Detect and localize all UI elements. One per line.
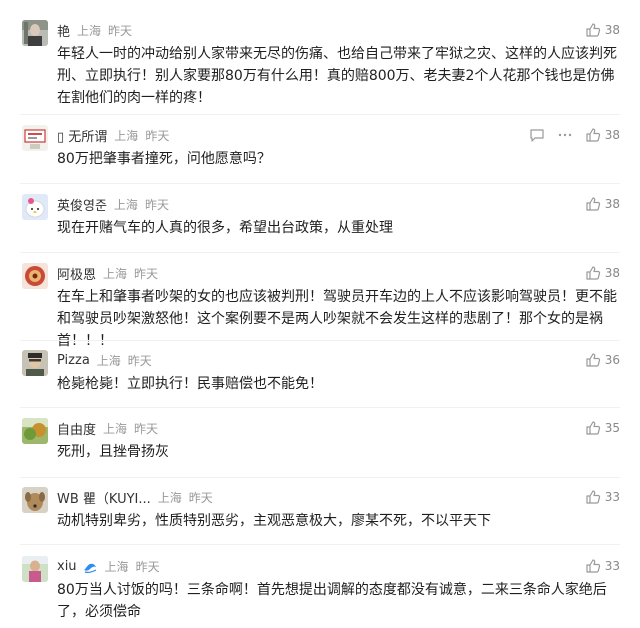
like-button[interactable]: 38 — [585, 196, 620, 212]
location: 上海 — [77, 23, 102, 38]
thumbs-up-icon — [585, 558, 601, 574]
username[interactable]: 艳 — [57, 21, 70, 40]
timestamp: 昨天 — [127, 353, 152, 368]
comment-actions: 33 — [573, 487, 620, 507]
thumbs-up-icon — [585, 127, 601, 143]
thumbs-up-icon — [585, 22, 601, 38]
location: 上海 — [103, 421, 128, 436]
comment-meta: xiu 上海 昨天 — [57, 556, 160, 576]
comment-item: xiu 上海 昨天 33 80万当人讨饭的吗！三条命啊！首先想提出调解的态度都没… — [0, 556, 640, 628]
comment-meta: 英俊영준 上海 昨天 — [57, 194, 169, 214]
comment-text: 在车上和肇事者吵架的女的也应该被判刑！驾驶员开车边的上人不应该影响驾驶员！更不能… — [57, 289, 617, 349]
comment-actions: 38 — [517, 125, 620, 145]
avatar-landscape-icon[interactable] — [22, 418, 48, 444]
location: 上海 — [113, 197, 138, 212]
like-button[interactable]: 38 — [585, 265, 620, 281]
timestamp: 昨天 — [144, 197, 169, 212]
like-button[interactable]: 33 — [585, 489, 620, 505]
like-count: 38 — [604, 197, 620, 211]
like-count: 38 — [604, 266, 620, 280]
timestamp: 昨天 — [135, 559, 160, 574]
comment-item: 英俊영준 上海 昨天 38 现在开赌气车的人真的很多，希望出台政策，从重处理 — [0, 194, 640, 253]
comment-meta: ▯ 无所谓 上海 昨天 — [57, 125, 169, 145]
thumbs-up-icon — [585, 265, 601, 281]
comment-item: ▯ 无所谓 上海 昨天 38 80万把肇事者撞死，问他愿意吗？ — [0, 125, 640, 184]
comment-text: 死刑，且挫骨扬灰 — [57, 444, 169, 460]
location: 上海 — [114, 128, 139, 143]
comment-text: 现在开赌气车的人真的很多，希望出台政策，从重处理 — [57, 220, 393, 236]
divider — [20, 114, 620, 115]
comment-actions: 38 — [573, 194, 620, 214]
more-icon[interactable] — [557, 127, 573, 143]
username[interactable]: ▯ 无所谓 — [57, 126, 107, 145]
divider — [20, 544, 620, 545]
comment-list: 艳 上海 昨天 38 年轻人一时的冲动给别人家带来无尽的伤痛、也给自己带来了牢狱… — [0, 0, 640, 628]
comment-actions: 36 — [573, 350, 620, 370]
location: 上海 — [103, 266, 128, 281]
comment-actions: 33 — [573, 556, 620, 576]
username[interactable]: Pizza — [57, 353, 90, 368]
divider — [20, 407, 620, 408]
username[interactable]: WB 瞿（KUYI... — [57, 488, 151, 507]
comment-actions: 38 — [561, 20, 620, 40]
avatar-person-icon[interactable] — [22, 350, 48, 376]
comment-actions: 35 — [573, 418, 620, 438]
timestamp: 昨天 — [134, 266, 159, 281]
username[interactable]: 自由度 — [57, 419, 96, 438]
wave-badge-icon — [82, 559, 98, 573]
divider — [20, 252, 620, 253]
avatar-sign-icon[interactable] — [22, 125, 48, 151]
comment-meta: 艳 上海 昨天 — [57, 20, 132, 40]
comment-item: 阿极恩 上海 昨天 38 在车上和肇事者吵架的女的也应该被判刑！驾驶员开车边的上… — [0, 263, 640, 349]
location: 上海 — [96, 353, 121, 368]
comment-text: 动机特别卑劣，性质特别恶劣，主观恶意极大，廖某不死，不以平天下 — [57, 513, 491, 529]
comment-meta: 自由度 上海 昨天 — [57, 418, 158, 438]
like-count: 35 — [604, 421, 620, 435]
comment-text: 枪毙枪毙！立即执行！民事赔偿也不能免！ — [57, 376, 323, 392]
like-count: 33 — [604, 490, 620, 504]
like-button[interactable]: 38 — [573, 22, 620, 38]
thumbs-up-icon — [585, 196, 601, 212]
timestamp: 昨天 — [108, 23, 133, 38]
like-button[interactable]: 36 — [585, 352, 620, 368]
avatar-cartoon-icon[interactable] — [22, 194, 48, 220]
avatar-ornament-icon[interactable] — [22, 263, 48, 289]
divider — [20, 477, 620, 478]
like-button[interactable]: 38 — [585, 127, 620, 143]
like-count: 38 — [604, 23, 620, 37]
comment-text: 年轻人一时的冲动给别人家带来无尽的伤痛、也给自己带来了牢狱之灾、这样的人应该判死… — [57, 46, 617, 106]
like-count: 38 — [604, 128, 620, 142]
timestamp: 昨天 — [134, 421, 159, 436]
avatar-person-icon[interactable] — [22, 556, 48, 582]
comment-item: 自由度 上海 昨天 35 死刑，且挫骨扬灰 — [0, 418, 640, 478]
comment-meta: 阿极恩 上海 昨天 — [57, 263, 158, 283]
username[interactable]: xiu — [57, 559, 77, 574]
reply-icon[interactable] — [529, 127, 545, 143]
comment-item: Pizza 上海 昨天 36 枪毙枪毙！立即执行！民事赔偿也不能免！ — [0, 350, 640, 408]
thumbs-up-icon — [585, 420, 601, 436]
location: 上海 — [104, 559, 129, 574]
thumbs-up-icon — [585, 489, 601, 505]
timestamp: 昨天 — [145, 128, 170, 143]
location: 上海 — [157, 490, 182, 505]
avatar-dog-icon[interactable] — [22, 487, 48, 513]
like-button[interactable]: 35 — [585, 420, 620, 436]
like-count: 36 — [604, 353, 620, 367]
comment-meta: WB 瞿（KUYI... 上海 昨天 — [57, 487, 213, 507]
like-count: 33 — [604, 559, 620, 573]
comment-text: 80万当人讨饭的吗！三条命啊！首先想提出调解的态度都没有诚意，二来三条命人家绝后… — [57, 582, 607, 620]
thumbs-up-icon — [585, 352, 601, 368]
comment-meta: Pizza 上海 昨天 — [57, 350, 152, 370]
divider — [20, 183, 620, 184]
divider — [20, 340, 620, 341]
comment-item: WB 瞿（KUYI... 上海 昨天 33 动机特别卑劣，性质特别恶劣，主观恶意… — [0, 487, 640, 545]
comment-item: 艳 上海 昨天 38 年轻人一时的冲动给别人家带来无尽的伤痛、也给自己带来了牢狱… — [0, 20, 640, 115]
username[interactable]: 阿极恩 — [57, 264, 96, 283]
avatar-photo-icon[interactable] — [22, 20, 48, 46]
like-button[interactable]: 33 — [585, 558, 620, 574]
timestamp: 昨天 — [188, 490, 213, 505]
comment-text: 80万把肇事者撞死，问他愿意吗？ — [57, 151, 271, 167]
comment-actions: 38 — [573, 263, 620, 283]
username[interactable]: 英俊영준 — [57, 195, 107, 214]
